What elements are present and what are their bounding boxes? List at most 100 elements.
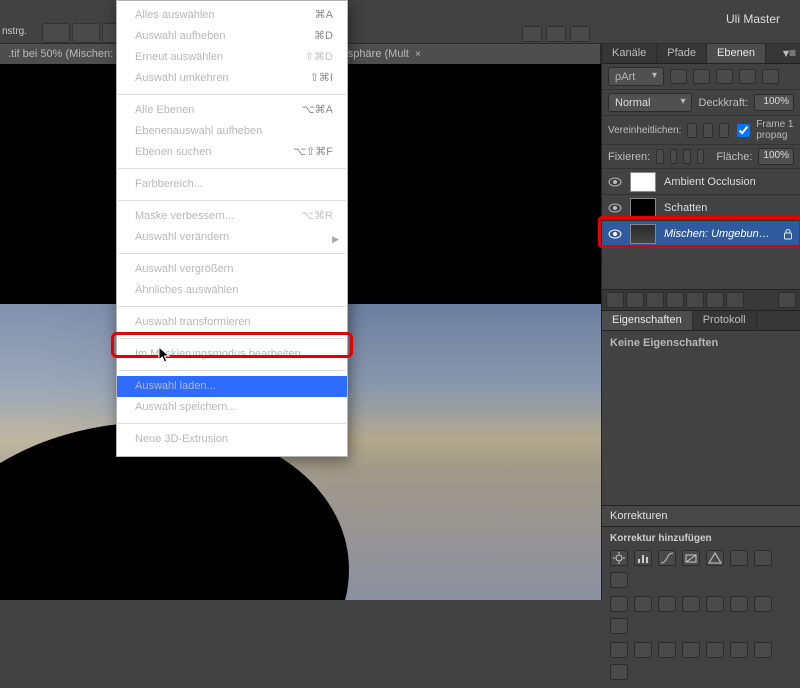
adj-extra6-icon[interactable] (730, 642, 748, 658)
tab-layers[interactable]: Ebenen (707, 44, 766, 63)
filter-pixel-icon[interactable] (670, 69, 687, 84)
tool-option-1[interactable] (42, 23, 70, 43)
adj-extra8-icon[interactable] (610, 664, 628, 680)
menu-refine-mask: Maske verbessern...⌥⌘R (117, 206, 347, 227)
menu-select-all[interactable]: Alles auswählen⌘A (117, 5, 347, 26)
adj-extra5-icon[interactable] (706, 642, 724, 658)
fill-value[interactable]: 100% (758, 148, 794, 165)
adj-extra3-icon[interactable] (658, 642, 676, 658)
threshold-icon[interactable] (730, 596, 748, 612)
tool-option-2[interactable] (72, 23, 100, 43)
posterize-icon[interactable] (706, 596, 724, 612)
menu-deselect-layers[interactable]: Ebenenauswahl aufheben (117, 121, 347, 142)
filter-adjust-icon[interactable] (693, 69, 710, 84)
document-tab-1-label: .tif bei 50% (Mischen: Umge (8, 48, 120, 60)
layer-mask-icon[interactable] (646, 292, 664, 308)
gradient-map-icon[interactable] (754, 596, 772, 612)
propagate-frame-checkbox[interactable] (737, 124, 750, 137)
visibility-icon[interactable] (608, 177, 622, 187)
invert-icon[interactable] (682, 596, 700, 612)
delete-layer-icon[interactable] (726, 292, 744, 308)
exposure-icon[interactable] (682, 550, 700, 566)
menu-load-selection[interactable]: Auswahl laden... (117, 376, 347, 397)
unify-pos-icon[interactable] (687, 123, 697, 138)
arrange-icon[interactable] (522, 26, 542, 42)
menu-inverse[interactable]: Auswahl umkehren⇧⌘I (117, 68, 347, 89)
unify-label: Vereinheitlichen: (608, 125, 681, 136)
menu-reselect: Erneut auswählen⇧⌘D (117, 47, 347, 68)
brightness-icon[interactable] (610, 550, 628, 566)
menu-find-layers[interactable]: Ebenen suchen⌥⇧⌘F (117, 142, 347, 163)
new-group-icon[interactable] (686, 292, 704, 308)
new-layer-icon[interactable] (706, 292, 724, 308)
layer-list: Ambient Occlusion Schatten Mischen: Umge… (602, 169, 800, 247)
adj-extra1-icon[interactable] (610, 642, 628, 658)
layer-row-shadow[interactable]: Schatten (602, 195, 800, 221)
adj-extra4-icon[interactable] (682, 642, 700, 658)
menu-transform-selection: Auswahl transformieren (117, 312, 347, 333)
properties-body: Keine Eigenschaften (602, 331, 800, 355)
visibility-icon[interactable] (608, 203, 622, 213)
layer-row-mix[interactable]: Mischen: Umgebung+Diffus... (602, 221, 800, 247)
unify-style-icon[interactable] (719, 123, 729, 138)
tab-channels[interactable]: Kanäle (602, 44, 657, 63)
lock-pixels-icon[interactable] (670, 149, 678, 164)
extra-icon[interactable] (570, 26, 590, 42)
tab-paths[interactable]: Pfade (657, 44, 707, 63)
adj-extra2-icon[interactable] (634, 642, 652, 658)
menu-edit-quickmask[interactable]: Im Maskierungsmodus bearbeiten (117, 344, 347, 365)
screenmode-icon[interactable] (546, 26, 566, 42)
hue-icon[interactable] (730, 550, 748, 566)
tab-history[interactable]: Protokoll (693, 311, 757, 330)
layer-name[interactable]: Mischen: Umgebung+Diffus... (664, 228, 774, 240)
menu-new-3d-extrusion: Neue 3D-Extrusion (117, 429, 347, 450)
color-lookup-icon[interactable] (658, 596, 676, 612)
layer-thumb (630, 172, 656, 192)
adj-extra7-icon[interactable] (754, 642, 772, 658)
menu-similar: Ähnliches auswählen (117, 280, 347, 301)
menu-color-range[interactable]: Farbbereich... (117, 174, 347, 195)
trash-icon[interactable] (778, 292, 796, 308)
tab-properties[interactable]: Eigenschaften (602, 311, 693, 330)
panel-menu-icon[interactable]: ▾≡ (783, 46, 796, 60)
lock-icon (782, 228, 794, 240)
filter-type-icon[interactable] (716, 69, 733, 84)
new-fill-icon[interactable] (666, 292, 684, 308)
options-label: nstrg. (2, 26, 27, 37)
bw-icon[interactable] (610, 572, 628, 588)
menu-all-layers[interactable]: Alle Ebenen⌥⌘A (117, 100, 347, 121)
document-tab-1[interactable]: .tif bei 50% (Mischen: Umge (0, 44, 120, 64)
lock-all-icon[interactable] (697, 149, 705, 164)
selection-menu: Alles auswählen⌘A Auswahl aufheben⌘D Ern… (116, 0, 348, 457)
layer-name[interactable]: Ambient Occlusion (664, 176, 794, 188)
filter-shape-icon[interactable] (739, 69, 756, 84)
menu-save-selection: Auswahl speichern... (117, 397, 347, 418)
workspace-name[interactable]: Uli Master (726, 12, 780, 26)
channel-mixer-icon[interactable] (634, 596, 652, 612)
blend-mode-select[interactable]: Normal (608, 93, 692, 112)
vibrance-icon[interactable] (706, 550, 724, 566)
curves-icon[interactable] (658, 550, 676, 566)
filter-smart-icon[interactable] (762, 69, 779, 84)
levels-icon[interactable] (634, 550, 652, 566)
lock-position-icon[interactable] (683, 149, 691, 164)
layer-filter-type[interactable]: ρ Art (608, 67, 664, 86)
adjustments-panel-title[interactable]: Korrekturen (602, 505, 800, 527)
add-adjustment-label: Korrektur hinzufügen (602, 527, 800, 546)
close-icon[interactable]: × (415, 49, 421, 60)
layer-bottom-toolbar (602, 289, 800, 311)
color-balance-icon[interactable] (754, 550, 772, 566)
lock-transparent-icon[interactable] (656, 149, 664, 164)
opacity-value[interactable]: 100% (754, 94, 794, 111)
menu-deselect[interactable]: Auswahl aufheben⌘D (117, 26, 347, 47)
layer-name[interactable]: Schatten (664, 202, 794, 214)
selective-color-icon[interactable] (610, 618, 628, 634)
layer-row-ambient[interactable]: Ambient Occlusion (602, 169, 800, 195)
photo-filter-icon[interactable] (610, 596, 628, 612)
link-layers-icon[interactable] (606, 292, 624, 308)
menu-modify-selection: Auswahl verändern (117, 227, 347, 248)
visibility-icon[interactable] (608, 229, 622, 239)
unify-vis-icon[interactable] (703, 123, 713, 138)
layers-panel-tabs: Kanäle Pfade Ebenen ▾≡ (602, 44, 800, 64)
layer-fx-icon[interactable] (626, 292, 644, 308)
